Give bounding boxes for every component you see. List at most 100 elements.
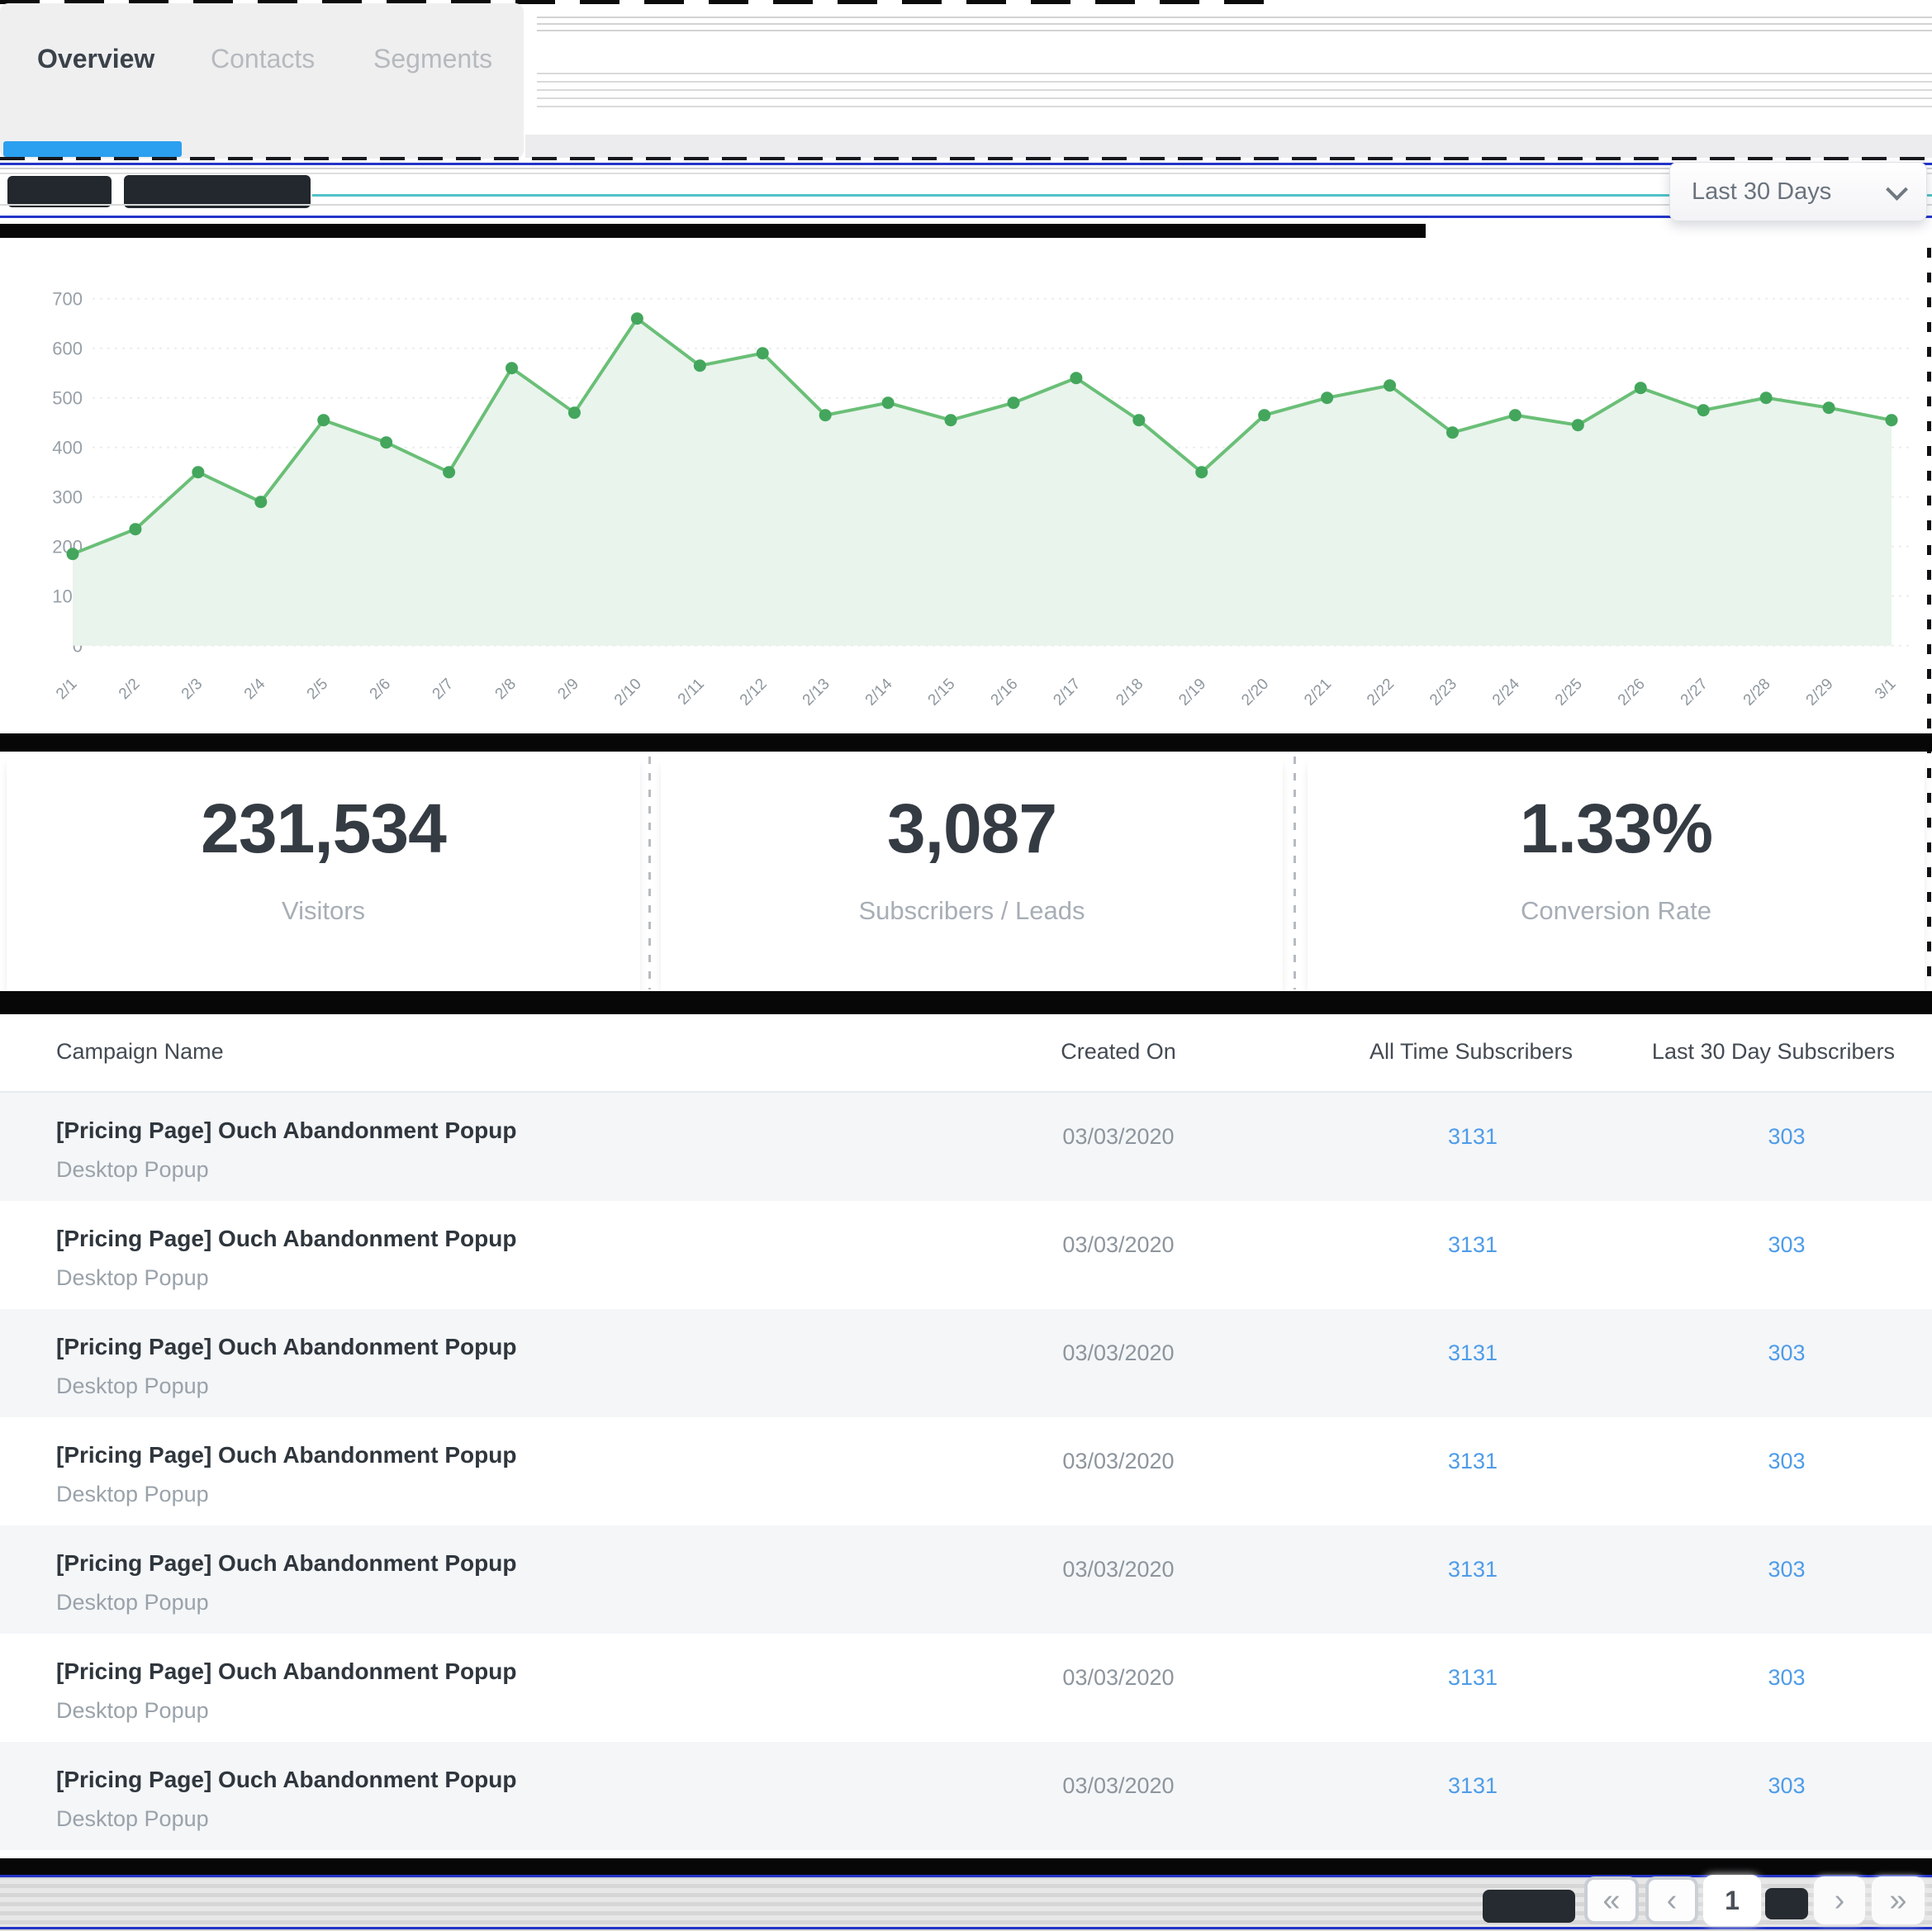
previous-page-icon: ‹: [1667, 1883, 1678, 1919]
y-axis-tick-label: 700: [52, 289, 83, 310]
redacted-chart-title: [7, 176, 112, 207]
x-axis-tick-label: 2/26: [1615, 676, 1649, 709]
x-axis-tick-label: 2/9: [554, 676, 582, 704]
x-axis-tick-label: 2/13: [800, 676, 833, 709]
previous-page-button[interactable]: ‹: [1645, 1876, 1698, 1924]
last-page-icon: »: [1889, 1883, 1906, 1919]
x-axis-tick-label: 2/29: [1803, 676, 1837, 709]
column-header-created-on: Created On: [1036, 1039, 1201, 1065]
data-point: [1823, 401, 1835, 414]
analytics-dashboard: Overview Contacts Segments Last 30 Days …: [0, 0, 1932, 1931]
y-axis-tick-label: 400: [52, 438, 83, 458]
all-time-subscribers-link[interactable]: 3131: [1369, 1232, 1576, 1258]
card-separator: [1294, 757, 1296, 989]
x-axis-tick-label: 2/19: [1175, 676, 1209, 709]
redaction-band: [0, 991, 1932, 1014]
blur-artifact-edge: [1927, 248, 1931, 1016]
date-range-select[interactable]: Last 30 Days: [1669, 162, 1927, 221]
data-point: [1007, 396, 1019, 409]
data-point: [757, 347, 769, 359]
campaign-name-link[interactable]: [Pricing Page] Ouch Abandonment Popup: [56, 1334, 516, 1360]
x-axis-tick-label: 3/1: [1872, 676, 1900, 704]
blur-artifact-lines: [537, 17, 1932, 35]
x-axis-tick-label: 2/25: [1552, 676, 1586, 709]
all-time-subscribers-link[interactable]: 3131: [1369, 1340, 1576, 1366]
tab-contacts[interactable]: Contacts: [211, 40, 315, 77]
tab-segments[interactable]: Segments: [373, 40, 492, 77]
stat-card-visitors: 231,534 Visitors: [7, 754, 640, 991]
x-axis-tick-label: 2/6: [367, 676, 395, 704]
data-point: [882, 396, 895, 409]
table-row[interactable]: [Pricing Page] Ouch Abandonment PopupDes…: [0, 1634, 1932, 1742]
chart-area: 01002003004005006007002/12/22/32/42/52/6…: [0, 237, 1932, 733]
all-time-subscribers-link[interactable]: 3131: [1369, 1557, 1576, 1582]
tab-bar: Overview Contacts Segments: [0, 3, 524, 159]
redaction-band: [0, 733, 1932, 752]
created-on-value: 03/03/2020: [1036, 1557, 1201, 1582]
x-axis-tick-label: 2/22: [1364, 676, 1398, 709]
x-axis-tick-label: 2/1: [53, 676, 81, 704]
all-time-subscribers-link[interactable]: 3131: [1369, 1665, 1576, 1691]
table-row[interactable]: [Pricing Page] Ouch Abandonment PopupDes…: [0, 1417, 1932, 1525]
campaign-name-link[interactable]: [Pricing Page] Ouch Abandonment Popup: [56, 1117, 516, 1144]
first-page-button[interactable]: «: [1584, 1876, 1639, 1924]
campaign-name-link[interactable]: [Pricing Page] Ouch Abandonment Popup: [56, 1550, 516, 1577]
x-axis-tick-label: 2/12: [737, 676, 771, 709]
data-point: [254, 496, 267, 508]
table-row[interactable]: [Pricing Page] Ouch Abandonment Popup Des…: [0, 1525, 1932, 1634]
all-time-subscribers-link[interactable]: 3131: [1369, 1773, 1576, 1799]
table-row[interactable]: [Pricing Page] Ouch Abandonment PopupDes…: [0, 1093, 1932, 1201]
campaign-name-link[interactable]: [Pricing Page] Ouch Abandonment Popup: [56, 1658, 516, 1685]
x-axis-tick-label: 2/8: [492, 676, 520, 704]
x-axis-tick-label: 2/14: [862, 675, 896, 709]
last-30-day-subscribers-link[interactable]: 303: [1663, 1232, 1911, 1258]
chevron-down-icon: [1886, 178, 1908, 201]
next-page-button[interactable]: ›: [1814, 1876, 1865, 1924]
campaign-name-link[interactable]: [Pricing Page] Ouch Abandonment Popup: [56, 1442, 516, 1468]
campaign-name-link[interactable]: [Pricing Page] Ouch Abandonment Popup: [56, 1767, 516, 1793]
data-point: [568, 406, 581, 419]
all-time-subscribers-link[interactable]: 3131: [1369, 1449, 1576, 1474]
tab-overview[interactable]: Overview: [37, 40, 154, 77]
table-row[interactable]: [Pricing Page] Ouch Abandonment PopupDes…: [0, 1742, 1932, 1850]
data-point: [1446, 426, 1459, 439]
data-point: [506, 362, 518, 374]
last-30-day-subscribers-link[interactable]: 303: [1663, 1449, 1911, 1474]
x-axis-tick-label: 2/2: [116, 676, 144, 704]
page-number-input[interactable]: [1703, 1875, 1761, 1926]
all-time-subscribers-link[interactable]: 3131: [1369, 1124, 1576, 1150]
data-point: [1384, 379, 1396, 391]
table-row[interactable]: [Pricing Page] Ouch Abandonment PopupDes…: [0, 1201, 1932, 1309]
data-point: [1258, 409, 1270, 421]
last-30-day-subscribers-link[interactable]: 303: [1663, 1665, 1911, 1691]
data-point: [443, 466, 455, 478]
data-point: [1886, 414, 1898, 426]
x-axis-tick-label: 2/7: [430, 676, 458, 704]
last-30-day-subscribers-link[interactable]: 303: [1663, 1340, 1911, 1366]
data-point: [1321, 391, 1333, 404]
conversion-rate-value: 1.33%: [1520, 794, 1712, 863]
last-page-button[interactable]: »: [1872, 1876, 1925, 1924]
y-axis-tick-label: 500: [52, 388, 83, 409]
data-point: [819, 409, 832, 421]
active-tab-underline: [3, 141, 182, 157]
last-30-day-subscribers-link[interactable]: 303: [1663, 1557, 1911, 1582]
last-30-day-subscribers-link[interactable]: 303: [1663, 1773, 1911, 1799]
card-separator: [648, 757, 651, 989]
campaign-type-label: Desktop Popup: [56, 1590, 209, 1615]
table-row[interactable]: [Pricing Page] Ouch Abandonment PopupDes…: [0, 1309, 1932, 1417]
blur-artifact-line: [0, 163, 1932, 165]
x-axis-tick-label: 2/20: [1238, 676, 1272, 709]
data-point: [1509, 409, 1521, 421]
created-on-value: 03/03/2020: [1036, 1124, 1201, 1150]
campaign-name-link[interactable]: [Pricing Page] Ouch Abandonment Popup: [56, 1226, 516, 1252]
subscribers-area-chart: 01002003004005006007002/12/22/32/42/52/6…: [0, 237, 1932, 733]
data-point: [1760, 391, 1773, 404]
stat-card-conversion-rate: 1.33% Conversion Rate: [1308, 754, 1925, 991]
subscribers-value: 3,087: [887, 794, 1056, 863]
x-axis-tick-label: 2/17: [1050, 676, 1084, 709]
blur-artifact-line: [0, 173, 1932, 174]
created-on-value: 03/03/2020: [1036, 1665, 1201, 1691]
blur-artifact-line: [0, 1927, 1932, 1929]
last-30-day-subscribers-link[interactable]: 303: [1663, 1124, 1911, 1150]
